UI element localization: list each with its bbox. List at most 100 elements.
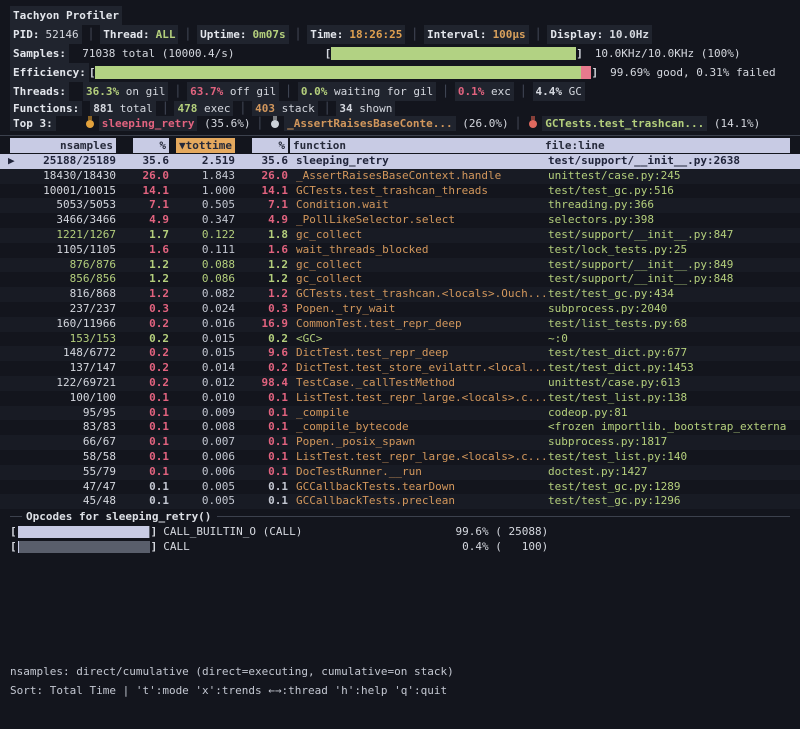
cell-pct-cumulative: 0.2 (235, 361, 288, 376)
top3-line: Top 3: sleeping_retry (35.6%)│_AssertRai… (0, 116, 800, 131)
cell-pct-direct: 0.1 (116, 420, 169, 435)
thread-value[interactable]: ALL (153, 25, 179, 44)
cell-function: _compile_bytecode (288, 420, 548, 435)
cell-tottime: 0.505 (169, 198, 235, 213)
cell-tottime: 0.082 (169, 287, 235, 302)
cell-file-line: codeop.py:81 (548, 406, 790, 421)
thread-unit: on gil (119, 85, 165, 98)
cell-file-line: test/support/__init__.py:848 (548, 272, 790, 287)
cell-file-line: subprocess.py:2040 (548, 302, 790, 317)
column-header-function[interactable]: function (290, 138, 542, 153)
cell-function: sleeping_retry (288, 154, 548, 169)
cell-function: ListTest.test_repr_large.<locals>.c... (288, 450, 548, 465)
top3-function-name[interactable]: sleeping_retry (99, 116, 198, 131)
thread-unit: exc (484, 85, 511, 98)
opcode-row: []CALL_BUILTIN_O (CALL)99.6% ( 25088) (0, 524, 800, 539)
table-row[interactable]: 876/8761.20.0881.2gc_collecttest/support… (0, 258, 800, 273)
table-row[interactable]: ▶25188/2518935.62.51935.6sleeping_retryt… (0, 154, 800, 169)
cell-function: _AssertRaisesBaseContext.handle (288, 169, 548, 184)
table-row[interactable]: 66/670.10.0070.1Popen._posix_spawnsubpro… (0, 435, 800, 450)
cell-file-line: test/test_list.py:138 (548, 391, 790, 406)
table-row[interactable]: 58/580.10.0060.1ListTest.test_repr_large… (0, 450, 800, 465)
cell-tottime: 0.016 (169, 317, 235, 332)
table-row[interactable]: 95/950.10.0090.1_compilecodeop.py:81 (0, 406, 800, 421)
cell-file-line: test/test_gc.py:516 (548, 184, 790, 199)
function-value: 881 (93, 102, 113, 115)
cell-nsamples: 47/47 (10, 480, 116, 495)
cell-tottime: 0.012 (169, 376, 235, 391)
cell-nsamples: 83/83 (10, 420, 116, 435)
top3-function-name[interactable]: _AssertRaisesBaseConte... (284, 116, 456, 131)
medal-rank3-icon (529, 120, 537, 128)
cell-tottime: 0.111 (169, 243, 235, 258)
cell-pct-direct: 0.1 (116, 450, 169, 465)
table-top-divider (0, 135, 800, 136)
column-header-nsamples[interactable]: nsamples (10, 138, 116, 153)
cell-pct-cumulative: 1.2 (235, 287, 288, 302)
cell-file-line: subprocess.py:1817 (548, 435, 790, 450)
cell-pct-cumulative: 4.9 (235, 213, 288, 228)
table-row[interactable]: 100/1000.10.0100.1ListTest.test_repr_lar… (0, 391, 800, 406)
cell-nsamples: 45/48 (10, 494, 116, 509)
process-info-line: PID:52146│ Thread:ALL│ Uptime:0m07s│ Tim… (0, 25, 800, 44)
cell-nsamples: 18430/18430 (10, 169, 116, 184)
efficiency-summary: 99.69% good, 0.31% failed (598, 63, 776, 82)
cell-pct-direct: 1.6 (116, 243, 169, 258)
cell-pct-direct: 1.7 (116, 228, 169, 243)
table-row[interactable]: 856/8561.20.0861.2gc_collecttest/support… (0, 272, 800, 287)
cell-pct-direct: 0.1 (116, 435, 169, 450)
display-value: 10.0Hz (606, 25, 652, 44)
table-row[interactable]: 5053/50537.10.5057.1Condition.waitthread… (0, 198, 800, 213)
keybinding-line: Sort: Total Time | 't':mode 'x':trends ←… (0, 681, 800, 700)
thread-unit: waiting for gil (327, 85, 433, 98)
opcode-usage-bar (18, 526, 150, 538)
cell-nsamples: 5053/5053 (10, 198, 116, 213)
table-row[interactable]: 1105/11051.60.1111.6wait_threads_blocked… (0, 243, 800, 258)
table-row[interactable]: 153/1530.20.0150.2<GC>~:0 (0, 332, 800, 347)
table-row[interactable]: 148/67720.20.0159.6DictTest.test_repr_de… (0, 346, 800, 361)
cell-function: gc_collect (288, 228, 548, 243)
function-unit: total (113, 102, 153, 115)
top3-function-name[interactable]: GCTests.test_trashcan... (542, 116, 707, 131)
cell-pct-direct: 14.1 (116, 184, 169, 199)
cell-pct-direct: 0.1 (116, 494, 169, 509)
interval-value: 100μs (490, 25, 529, 44)
cell-function: DocTestRunner.__run (288, 465, 548, 480)
column-header-tottime-sorted[interactable]: ▼tottime (176, 138, 235, 153)
column-header-pct-cumulative[interactable]: % (252, 138, 288, 153)
table-row[interactable]: 137/1470.20.0140.2DictTest.test_store_ev… (0, 361, 800, 376)
function-stat: 34 shown (336, 101, 395, 116)
functions-line: Functions: 881 total│478 exec│403 stack│… (0, 101, 800, 116)
table-row[interactable]: 1221/12671.70.1221.8gc_collecttest/suppo… (0, 228, 800, 243)
cell-pct-direct: 0.1 (116, 406, 169, 421)
threads-line: Threads: 36.3% on gil│63.7% off gil│0.0%… (0, 82, 800, 101)
table-row[interactable]: 10001/1001514.11.00014.1GCTests.test_tra… (0, 184, 800, 199)
cell-nsamples: 10001/10015 (10, 184, 116, 199)
table-row[interactable]: 45/480.10.0050.1GCCallbackTests.preclean… (0, 494, 800, 509)
app-title-line: Tachyon Profiler (0, 6, 800, 25)
table-row[interactable]: 83/830.10.0080.1_compile_bytecode<frozen… (0, 420, 800, 435)
cell-function: Condition.wait (288, 198, 548, 213)
table-row[interactable]: 47/470.10.0050.1GCCallbackTests.tearDown… (0, 480, 800, 495)
interval-label: Interval: (424, 25, 490, 44)
cell-function: GCTests.test_trashcan_threads (288, 184, 548, 199)
cell-tottime: 2.519 (169, 154, 235, 169)
cell-nsamples: 66/67 (10, 435, 116, 450)
cell-file-line: doctest.py:1427 (548, 465, 790, 480)
table-row[interactable]: 18430/1843026.01.84326.0_AssertRaisesBas… (0, 169, 800, 184)
cell-pct-direct: 0.2 (116, 361, 169, 376)
column-header-pct-direct[interactable]: % (133, 138, 169, 153)
column-header-file-line[interactable]: file:line (542, 138, 790, 153)
table-row[interactable]: 160/119660.20.01616.9CommonTest.test_rep… (0, 317, 800, 332)
samples-label: Samples: (10, 44, 69, 63)
table-row[interactable]: 816/8681.20.0821.2GCTests.test_trashcan.… (0, 287, 800, 302)
cell-pct-direct: 1.2 (116, 258, 169, 273)
opcode-stat: 0.4% ( 100) (388, 539, 548, 554)
table-row[interactable]: 55/790.10.0060.1DocTestRunner.__rundocte… (0, 465, 800, 480)
table-row[interactable]: 237/2370.30.0240.3Popen._try_waitsubproc… (0, 302, 800, 317)
cell-nsamples: 856/856 (10, 272, 116, 287)
medal-rank2-icon (271, 120, 279, 128)
table-row[interactable]: 122/697210.20.01298.4TestCase._callTestM… (0, 376, 800, 391)
functions-label: Functions: (10, 101, 82, 116)
table-row[interactable]: 3466/34664.90.3474.9_PollLikeSelector.se… (0, 213, 800, 228)
